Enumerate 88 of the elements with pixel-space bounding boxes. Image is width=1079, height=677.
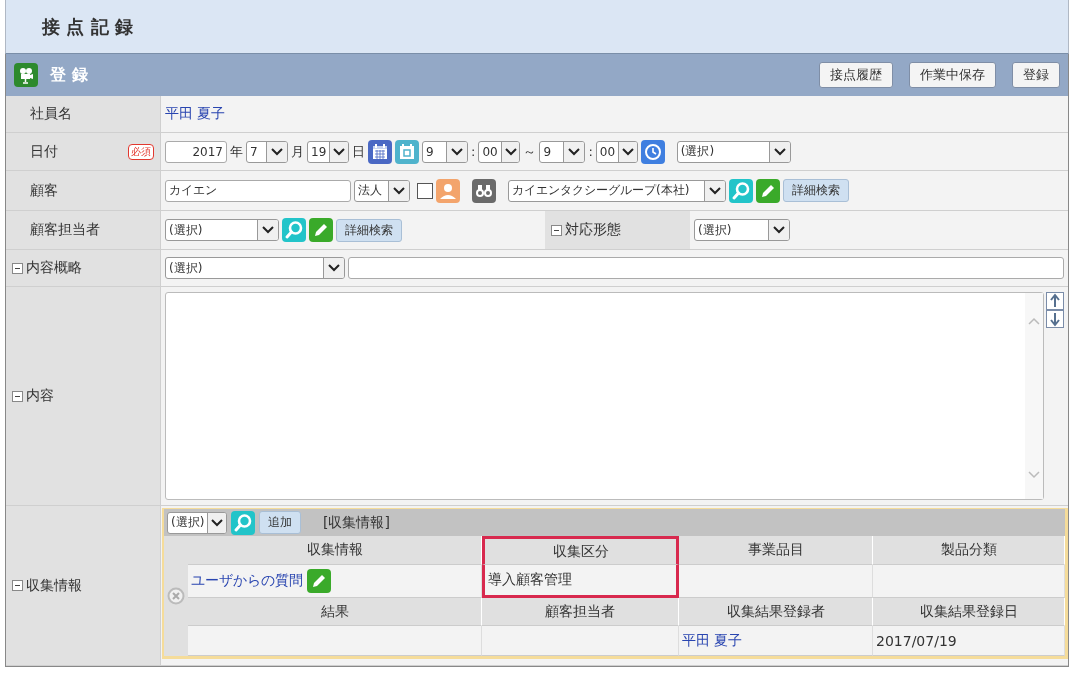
collection-link[interactable]: ユーザからの質問 xyxy=(191,572,303,590)
calendar-icon[interactable] xyxy=(368,139,392,164)
day-select[interactable]: 19 xyxy=(307,140,349,163)
pencil-icon[interactable] xyxy=(309,218,333,242)
unit-label: 月 xyxy=(291,142,304,161)
search-icon[interactable] xyxy=(231,510,255,535)
hour-select[interactable]: 9 xyxy=(539,140,586,163)
scroll-down-icon[interactable] xyxy=(1028,471,1040,479)
scroll-up-icon[interactable] xyxy=(1028,317,1040,325)
customer-type-select[interactable]: 法人 xyxy=(354,179,410,202)
minute-select[interactable]: 00 xyxy=(595,140,638,163)
chevron-down-icon xyxy=(333,147,346,156)
collapse-icon[interactable] xyxy=(12,262,23,274)
field-label: 収集情報 xyxy=(26,576,82,595)
column-header: 事業品目 xyxy=(679,536,873,565)
section-title: 登 録 xyxy=(50,64,88,86)
binoculars-icon[interactable] xyxy=(472,178,496,203)
response-type-select[interactable]: (選択) xyxy=(694,219,790,241)
summary-select[interactable]: (選択) xyxy=(165,257,345,279)
chevron-down-icon xyxy=(271,147,283,156)
collection-select[interactable]: (選択) xyxy=(167,511,227,534)
field-label: 社員名 xyxy=(30,105,72,123)
table-cell: 2017/07/19 xyxy=(876,632,957,649)
chevron-down-icon xyxy=(709,186,721,195)
customer-name-field[interactable]: カイエン xyxy=(165,179,351,202)
chevron-down-icon xyxy=(393,186,405,195)
collapse-icon[interactable] xyxy=(12,580,23,591)
pencil-icon[interactable] xyxy=(307,569,331,593)
chevron-down-icon xyxy=(621,147,634,156)
required-badge: 必須 xyxy=(128,143,154,160)
expand-up-icon[interactable] xyxy=(1046,292,1064,310)
calendar-icon[interactable] xyxy=(395,139,419,164)
time-slot-select[interactable]: (選択) xyxy=(676,140,791,163)
column-header: 結果 xyxy=(188,598,482,626)
chevron-down-icon xyxy=(262,226,274,234)
chevron-down-icon xyxy=(211,518,224,527)
field-label: 顧客 xyxy=(30,181,58,200)
field-label: 対応形態 xyxy=(565,221,621,239)
summary-field[interactable] xyxy=(348,257,1064,279)
detail-search-button[interactable]: 詳細検索 xyxy=(336,218,402,242)
column-header: 製品分類 xyxy=(873,536,1065,565)
search-icon[interactable] xyxy=(282,218,306,242)
unit-label: 日 xyxy=(352,142,365,161)
minute-select[interactable]: 00 xyxy=(478,140,521,163)
panel-caption: [収集情報] xyxy=(323,513,390,532)
year-field[interactable]: 2017 xyxy=(165,140,227,163)
pencil-icon[interactable] xyxy=(756,178,780,203)
column-header: 収集区分 xyxy=(482,536,679,565)
time-separator: : xyxy=(471,144,476,159)
registrant-link[interactable]: 平田 夏子 xyxy=(682,631,743,650)
company-select[interactable]: カイエンタクシーグループ(本社) xyxy=(508,179,726,202)
column-header: 収集結果登録日 xyxy=(873,598,1065,626)
camera-icon xyxy=(14,63,38,87)
month-select[interactable]: 7 xyxy=(246,140,288,163)
page-title: 接 点 記 録 xyxy=(42,14,133,39)
table-cell: 導入顧客管理 xyxy=(488,571,572,589)
range-separator: ～ xyxy=(523,142,537,161)
contact-select[interactable]: (選択) xyxy=(165,219,279,241)
expand-down-icon[interactable] xyxy=(1046,310,1064,328)
column-header: 収集結果登録者 xyxy=(679,598,873,626)
time-separator: : xyxy=(588,144,593,159)
chevron-down-icon xyxy=(568,147,581,156)
field-label: 顧客担当者 xyxy=(30,221,100,239)
collapse-icon[interactable] xyxy=(12,390,23,402)
header-button[interactable]: 登録 xyxy=(1012,62,1060,88)
field-label: 日付 xyxy=(30,142,58,161)
detail-search-button[interactable]: 詳細検索 xyxy=(783,179,849,202)
collapse-icon[interactable] xyxy=(551,224,562,236)
column-header: 顧客担当者 xyxy=(482,598,679,626)
unit-label: 年 xyxy=(230,142,243,161)
scrollbar[interactable] xyxy=(1025,293,1043,499)
chevron-down-icon xyxy=(773,147,786,156)
chevron-down-icon xyxy=(504,147,517,156)
chevron-down-icon xyxy=(328,264,340,272)
header-button[interactable]: 接点履歴 xyxy=(819,62,893,88)
search-icon[interactable] xyxy=(729,178,753,203)
header-button[interactable]: 作業中保存 xyxy=(909,62,996,88)
add-button[interactable]: 追加 xyxy=(259,511,301,534)
field-label: 内容 xyxy=(26,387,54,405)
chevron-down-icon xyxy=(773,226,785,234)
clock-icon[interactable] xyxy=(640,139,665,164)
field-label: 内容概略 xyxy=(26,259,82,277)
chevron-down-icon xyxy=(451,147,463,156)
delete-icon[interactable] xyxy=(167,587,185,605)
employee-name-link[interactable]: 平田 夏子 xyxy=(165,105,226,123)
column-header: 収集情報 xyxy=(188,536,482,565)
hour-select[interactable]: 9 xyxy=(422,140,468,163)
checkbox[interactable] xyxy=(417,182,433,199)
